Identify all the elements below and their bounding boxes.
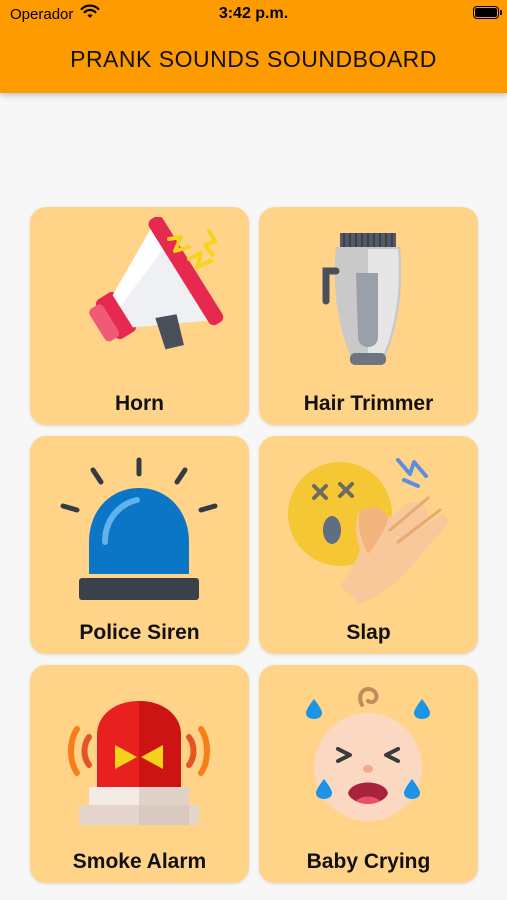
status-bar: Operador 3:42 p.m. xyxy=(0,0,507,30)
sound-button-smoke-alarm[interactable]: Smoke Alarm xyxy=(30,665,249,883)
clock: 3:42 p.m. xyxy=(218,5,289,22)
sound-label: Baby Crying xyxy=(306,850,431,873)
sound-button-horn[interactable]: Horn xyxy=(30,207,249,425)
sound-label: Slap xyxy=(346,621,391,644)
megaphone-icon xyxy=(89,217,224,350)
hair-trimmer-icon xyxy=(322,233,402,365)
sound-button-hair-trimmer[interactable]: Hair Trimmer xyxy=(259,207,478,425)
soundboard-grid: Horn Hair Trimmer Police Siren Slap Smok… xyxy=(30,207,478,883)
page-title: PRANK SOUNDS SOUNDBOARD xyxy=(70,46,437,72)
sound-label: Hair Trimmer xyxy=(303,392,434,415)
sound-label: Police Siren xyxy=(79,621,200,644)
police-siren-icon xyxy=(60,457,218,600)
app-bar: Operador 3:42 p.m. PRANK SOUNDS SOUNDBOA… xyxy=(0,0,507,93)
sound-label: Horn xyxy=(115,392,164,415)
battery-icon xyxy=(473,6,502,19)
sound-button-police-siren[interactable]: Police Siren xyxy=(30,436,249,654)
sound-button-baby-crying[interactable]: Baby Crying xyxy=(259,665,478,883)
slap-icon xyxy=(288,458,448,604)
sound-button-slap[interactable]: Slap xyxy=(259,436,478,654)
baby-crying-icon xyxy=(306,686,430,821)
smoke-alarm-icon xyxy=(68,701,210,825)
sound-label: Smoke Alarm xyxy=(72,850,207,873)
